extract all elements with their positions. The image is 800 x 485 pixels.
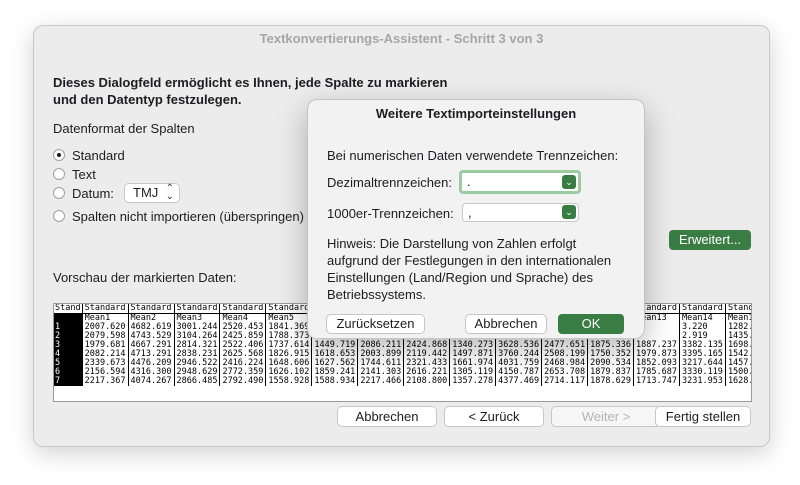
thousands-separator-value: , bbox=[468, 205, 472, 220]
reset-button[interactable]: Zurücksetzen bbox=[326, 314, 425, 334]
finish-button[interactable]: Fertig stellen bbox=[655, 406, 751, 427]
preview-cell: 2866.485 bbox=[174, 377, 221, 386]
thousands-separator-combo[interactable]: , ⌄ bbox=[462, 203, 579, 222]
thousands-separator-label: 1000er-Trennzeichen: bbox=[327, 206, 454, 221]
preview-cell: 4074.267 bbox=[128, 377, 175, 386]
advanced-button[interactable]: Erweitert... bbox=[669, 230, 751, 250]
ok-button[interactable]: OK bbox=[558, 314, 624, 334]
radio-skip-label: Spalten nicht importieren (überspringen) bbox=[72, 208, 304, 224]
hint-text: Hinweis: Die Darstellung von Zahlen erfo… bbox=[327, 235, 611, 303]
next-button[interactable]: Weiter > bbox=[551, 406, 661, 427]
radio-date-label: Datum: bbox=[72, 185, 114, 201]
hint-line-4: Betriebssystems. bbox=[327, 287, 426, 302]
cancel-button[interactable]: Abbrechen bbox=[337, 406, 437, 427]
radio-standard-button[interactable] bbox=[53, 149, 65, 161]
preview-cell: 2108.800 bbox=[403, 377, 451, 386]
preview-cell: 2217.466 bbox=[357, 377, 405, 386]
intro-line-1: Dieses Dialogfeld ermöglicht es Ihnen, j… bbox=[53, 75, 448, 90]
back-button[interactable]: < Zurück bbox=[444, 406, 544, 427]
radio-date[interactable]: Datum: bbox=[53, 184, 114, 202]
advanced-settings-sheet: Weitere Textimporteinstellungen Bei nume… bbox=[307, 99, 645, 339]
preview-label: Vorschau der markierten Daten: bbox=[53, 270, 237, 285]
preview-cell: 2217.367 bbox=[82, 377, 129, 386]
date-format-popup[interactable]: TMJ ⌃ ⌄ bbox=[124, 183, 180, 203]
decimal-separator-value: . bbox=[467, 174, 471, 189]
chevron-down-icon[interactable]: ⌄ bbox=[562, 175, 576, 189]
radio-text-button[interactable] bbox=[53, 168, 65, 180]
updown-chevron-icon: ⌃ ⌄ bbox=[165, 183, 174, 202]
preview-cell: 1713.747 bbox=[633, 377, 680, 386]
preview-cell: 1628.643 bbox=[725, 377, 751, 386]
decimal-separator-combo[interactable]: . ⌄ bbox=[459, 170, 581, 194]
date-format-value: TMJ bbox=[133, 185, 159, 200]
preview-cell: 2792.490 bbox=[219, 377, 267, 386]
radio-standard[interactable]: Standard bbox=[53, 146, 125, 164]
table-row: 7 2217.367 4074.267 2866.485 2792.490 1558.92… bbox=[54, 377, 751, 386]
radio-text[interactable]: Text bbox=[53, 165, 96, 183]
hint-line-1: Hinweis: Die Darstellung von Zahlen erfo… bbox=[327, 236, 577, 251]
sheet-cancel-button[interactable]: Abbrechen bbox=[465, 314, 547, 334]
decimal-separator-label: Dezimaltrennzeichen: bbox=[327, 175, 453, 190]
preview-cell: Stand bbox=[54, 303, 83, 314]
chevron-down-icon[interactable]: ⌄ bbox=[562, 205, 576, 219]
preview-cell: 4377.469 bbox=[495, 377, 543, 386]
hint-line-2: aufgrund der Festlegungen in den interna… bbox=[327, 253, 612, 268]
hint-line-3: Einstellungen (Land/Region und Sprache) … bbox=[327, 270, 593, 285]
preview-cell: 1357.278 bbox=[449, 377, 497, 386]
preview-cell: 1878.629 bbox=[587, 377, 635, 386]
column-format-label: Datenformat der Spalten bbox=[53, 121, 195, 136]
preview-cell: 1558.928 bbox=[265, 377, 313, 386]
preview-cell: 1588.934 bbox=[311, 377, 359, 386]
radio-text-label: Text bbox=[72, 166, 96, 182]
preview-cell: 7 bbox=[54, 377, 83, 386]
radio-skip-button[interactable] bbox=[53, 210, 65, 222]
window-title: Textkonvertierungs-Assistent - Schritt 3… bbox=[259, 31, 544, 46]
radio-standard-label: Standard bbox=[72, 147, 125, 163]
preview-cell: 2714.117 bbox=[541, 377, 589, 386]
sheet-title: Weitere Textimporteinstellungen bbox=[375, 106, 577, 121]
radio-date-button[interactable] bbox=[53, 187, 65, 199]
radio-skip[interactable]: Spalten nicht importieren (überspringen) bbox=[53, 207, 304, 225]
preview-cell: 3231.953 bbox=[679, 377, 726, 386]
separator-description: Bei numerischen Daten verwendete Trennze… bbox=[327, 148, 619, 163]
